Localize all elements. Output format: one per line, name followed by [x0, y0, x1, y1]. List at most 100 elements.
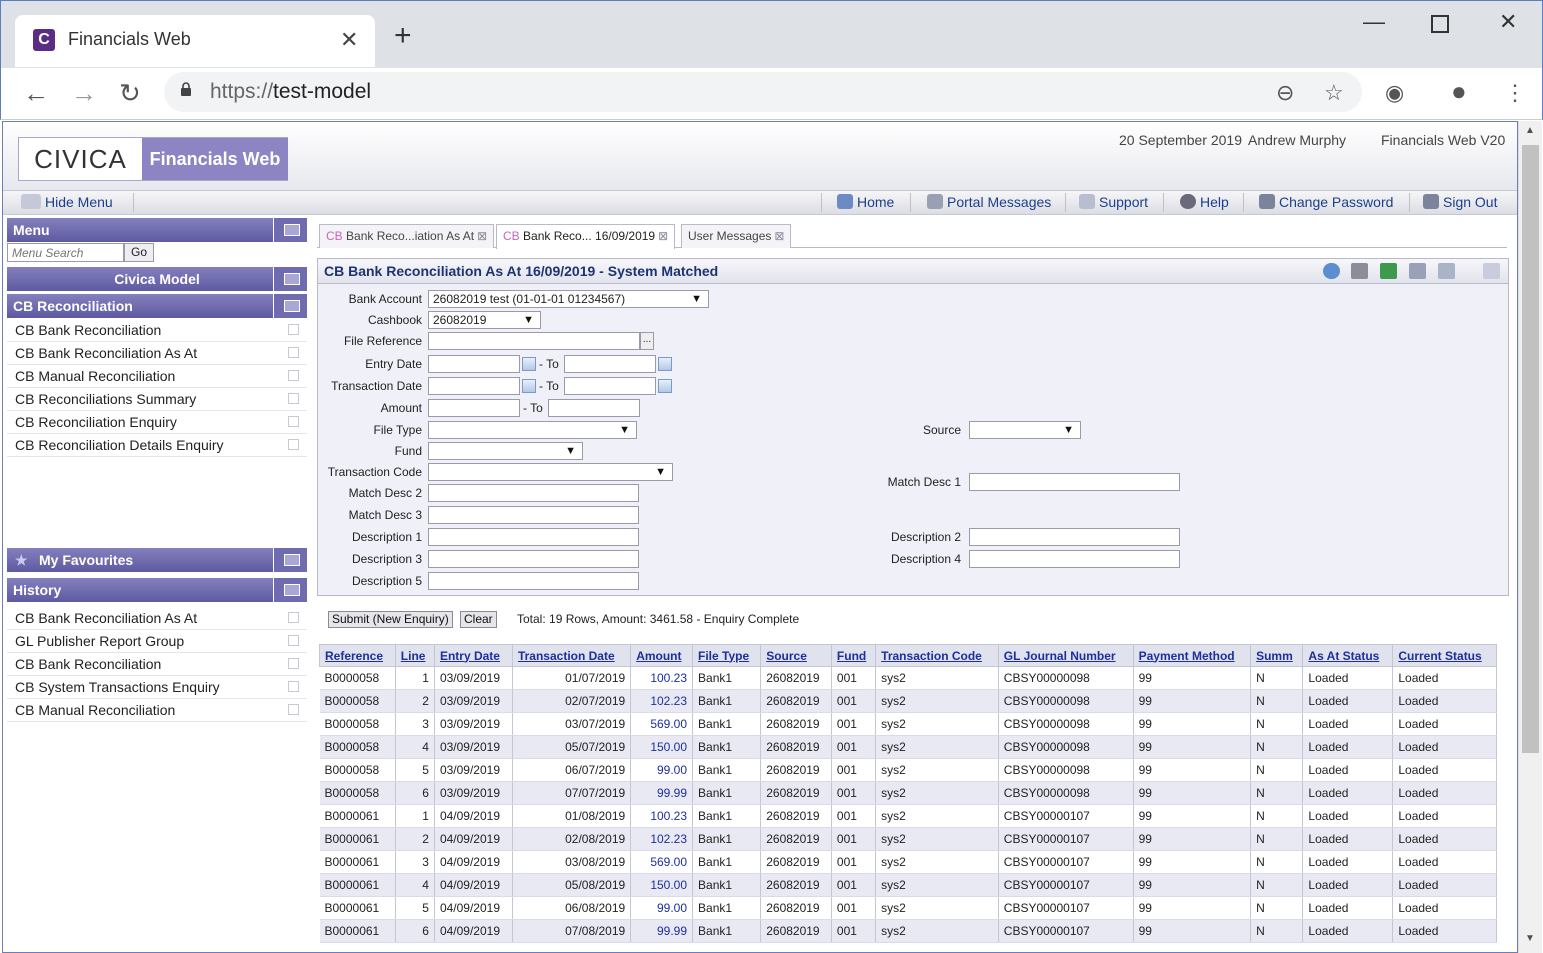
- table-row[interactable]: B0000061 6 04/09/2019 07/08/2019 99.99 Bank1 2…: [319, 919, 1497, 943]
- cashbook-select[interactable]: 26082019: [428, 311, 541, 329]
- scroll-down-icon[interactable]: ▼: [1525, 933, 1535, 944]
- reload-icon[interactable]: ↻: [119, 78, 141, 109]
- sidebar-menu-item[interactable]: CB Bank Reconciliation As At: [7, 342, 307, 365]
- close-tab-icon[interactable]: ✕: [340, 27, 358, 53]
- table-row[interactable]: B0000061 4 04/09/2019 05/08/2019 150.00 Bank1…: [319, 873, 1497, 897]
- column-header[interactable]: Reference: [319, 644, 396, 667]
- menu-search-input[interactable]: [7, 243, 124, 262]
- support-link[interactable]: Support: [1079, 194, 1148, 210]
- open-external-icon[interactable]: [288, 612, 299, 623]
- civica-model-header[interactable]: Civica Model: [7, 267, 307, 291]
- fund-select[interactable]: [428, 442, 583, 460]
- bank-account-select[interactable]: 26082019 test (01-01-01 01234567): [428, 290, 709, 308]
- transaction-date-from-input[interactable]: [428, 377, 520, 395]
- tab-close-icon[interactable]: ⊠: [774, 229, 784, 243]
- address-bar[interactable]: https://test-model: [164, 72, 1362, 112]
- description-3-input[interactable]: [428, 550, 639, 568]
- section-up-icon[interactable]: [273, 294, 307, 318]
- history-toggle-icon[interactable]: [273, 578, 307, 602]
- menu-search-go-button[interactable]: Go: [124, 243, 154, 262]
- amount-from-input[interactable]: [428, 399, 520, 417]
- column-header[interactable]: Transaction Code: [875, 644, 999, 667]
- open-external-icon[interactable]: [288, 416, 299, 427]
- match-desc-2-input[interactable]: [428, 484, 639, 502]
- portal-messages-link[interactable]: Portal Messages: [927, 194, 1051, 210]
- column-header[interactable]: Current Status: [1392, 644, 1497, 667]
- new-tab-icon[interactable]: +: [394, 21, 412, 51]
- tab-bank-reco-16092019[interactable]: CB Bank Reco... 16/09/2019 ⊠: [496, 224, 676, 249]
- tab-close-icon[interactable]: ⊠: [658, 229, 668, 243]
- open-external-icon[interactable]: [288, 658, 299, 669]
- cb-reconciliation-header[interactable]: CB Reconciliation: [7, 294, 307, 318]
- column-header[interactable]: GL Journal Number: [997, 644, 1134, 667]
- maximize-icon[interactable]: [1431, 15, 1449, 33]
- open-external-icon[interactable]: [288, 439, 299, 450]
- open-external-icon[interactable]: [288, 704, 299, 715]
- column-header[interactable]: Amount: [630, 644, 694, 667]
- description-2-input[interactable]: [969, 528, 1180, 546]
- table-row[interactable]: B0000058 2 03/09/2019 02/07/2019 102.23 Bank1…: [319, 689, 1497, 713]
- column-header[interactable]: Payment Method: [1132, 644, 1252, 667]
- sidebar-history-item[interactable]: CB System Transactions Enquiry: [7, 676, 307, 699]
- sign-out-link[interactable]: Sign Out: [1423, 194, 1497, 210]
- column-header[interactable]: As At Status: [1302, 644, 1394, 667]
- open-external-icon[interactable]: [288, 635, 299, 646]
- menu-toggle-icon[interactable]: [273, 218, 307, 242]
- column-header[interactable]: Summ: [1250, 644, 1304, 667]
- sidebar-menu-item[interactable]: CB Reconciliation Details Enquiry: [7, 434, 307, 457]
- file-reference-browse-button[interactable]: ...: [640, 332, 654, 350]
- match-desc-3-input[interactable]: [428, 506, 639, 524]
- change-password-link[interactable]: Change Password: [1259, 194, 1393, 210]
- sidebar-history-item[interactable]: CB Bank Reconciliation As At: [7, 607, 307, 630]
- history-header[interactable]: History: [7, 578, 307, 602]
- tab-close-icon[interactable]: ⊠: [477, 229, 487, 243]
- sidebar-menu-item[interactable]: CB Bank Reconciliation: [7, 319, 307, 342]
- help-link[interactable]: Help: [1180, 194, 1229, 210]
- entry-date-from-input[interactable]: [428, 355, 520, 373]
- table-row[interactable]: B0000058 1 03/09/2019 01/07/2019 100.23 Bank1…: [319, 666, 1497, 690]
- table-row[interactable]: B0000058 6 03/09/2019 07/07/2019 99.99 Bank1 2…: [319, 781, 1497, 805]
- table-row[interactable]: B0000061 3 04/09/2019 03/08/2019 569.00 Bank1…: [319, 850, 1497, 874]
- calendar-icon[interactable]: [522, 357, 536, 371]
- description-5-input[interactable]: [428, 572, 639, 590]
- bookmark-star-icon[interactable]: ☆: [1324, 80, 1344, 106]
- description-4-input[interactable]: [969, 550, 1180, 568]
- file-type-select[interactable]: [428, 421, 637, 439]
- excel-export-icon[interactable]: [1380, 263, 1398, 279]
- column-header[interactable]: File Type: [692, 644, 762, 667]
- page-scrollbar[interactable]: ▲ ▼: [1518, 121, 1542, 953]
- table-row[interactable]: B0000061 2 04/09/2019 02/08/2019 102.23 Bank1…: [319, 827, 1497, 851]
- open-external-icon[interactable]: [288, 370, 299, 381]
- open-external-icon[interactable]: [288, 324, 299, 335]
- description-1-input[interactable]: [428, 528, 639, 546]
- scrollbar-thumb[interactable]: [1522, 145, 1539, 753]
- calendar-icon[interactable]: [522, 379, 536, 393]
- more-menu-icon[interactable]: ⋮: [1504, 80, 1526, 106]
- filter-icon[interactable]: [1438, 263, 1456, 279]
- calendar-icon[interactable]: [658, 379, 672, 393]
- transaction-code-select[interactable]: [428, 463, 673, 481]
- extension-icon[interactable]: ◉: [1385, 80, 1404, 106]
- submit-new-enquiry-button[interactable]: Submit (New Enquiry): [328, 611, 453, 628]
- open-external-icon[interactable]: [288, 393, 299, 404]
- hide-menu-button[interactable]: Hide Menu: [21, 194, 113, 210]
- model-toggle-icon[interactable]: [273, 267, 307, 291]
- columns-icon[interactable]: [1409, 263, 1427, 279]
- sidebar-history-item[interactable]: CB Bank Reconciliation: [7, 653, 307, 676]
- table-row[interactable]: B0000058 4 03/09/2019 05/07/2019 150.00 Bank1…: [319, 735, 1497, 759]
- column-header[interactable]: Source: [760, 644, 832, 667]
- table-row[interactable]: B0000061 5 04/09/2019 06/08/2019 99.00 Bank1 2…: [319, 896, 1497, 920]
- match-desc-1-input[interactable]: [969, 473, 1180, 491]
- clear-button[interactable]: Clear: [460, 611, 497, 628]
- minimize-icon[interactable]: —: [1363, 9, 1385, 35]
- home-link[interactable]: Home: [837, 194, 894, 210]
- source-select[interactable]: [969, 421, 1081, 439]
- panel-window-icon[interactable]: [1483, 263, 1500, 279]
- favourites-header[interactable]: ★ My Favourites: [7, 548, 307, 572]
- file-reference-input[interactable]: [428, 332, 640, 350]
- favourites-toggle-icon[interactable]: [273, 548, 307, 572]
- column-header[interactable]: Transaction Date: [511, 644, 632, 667]
- sidebar-history-item[interactable]: CB Manual Reconciliation: [7, 699, 307, 722]
- zoom-icon[interactable]: ⊖: [1276, 80, 1294, 106]
- help-icon[interactable]: [1322, 263, 1340, 279]
